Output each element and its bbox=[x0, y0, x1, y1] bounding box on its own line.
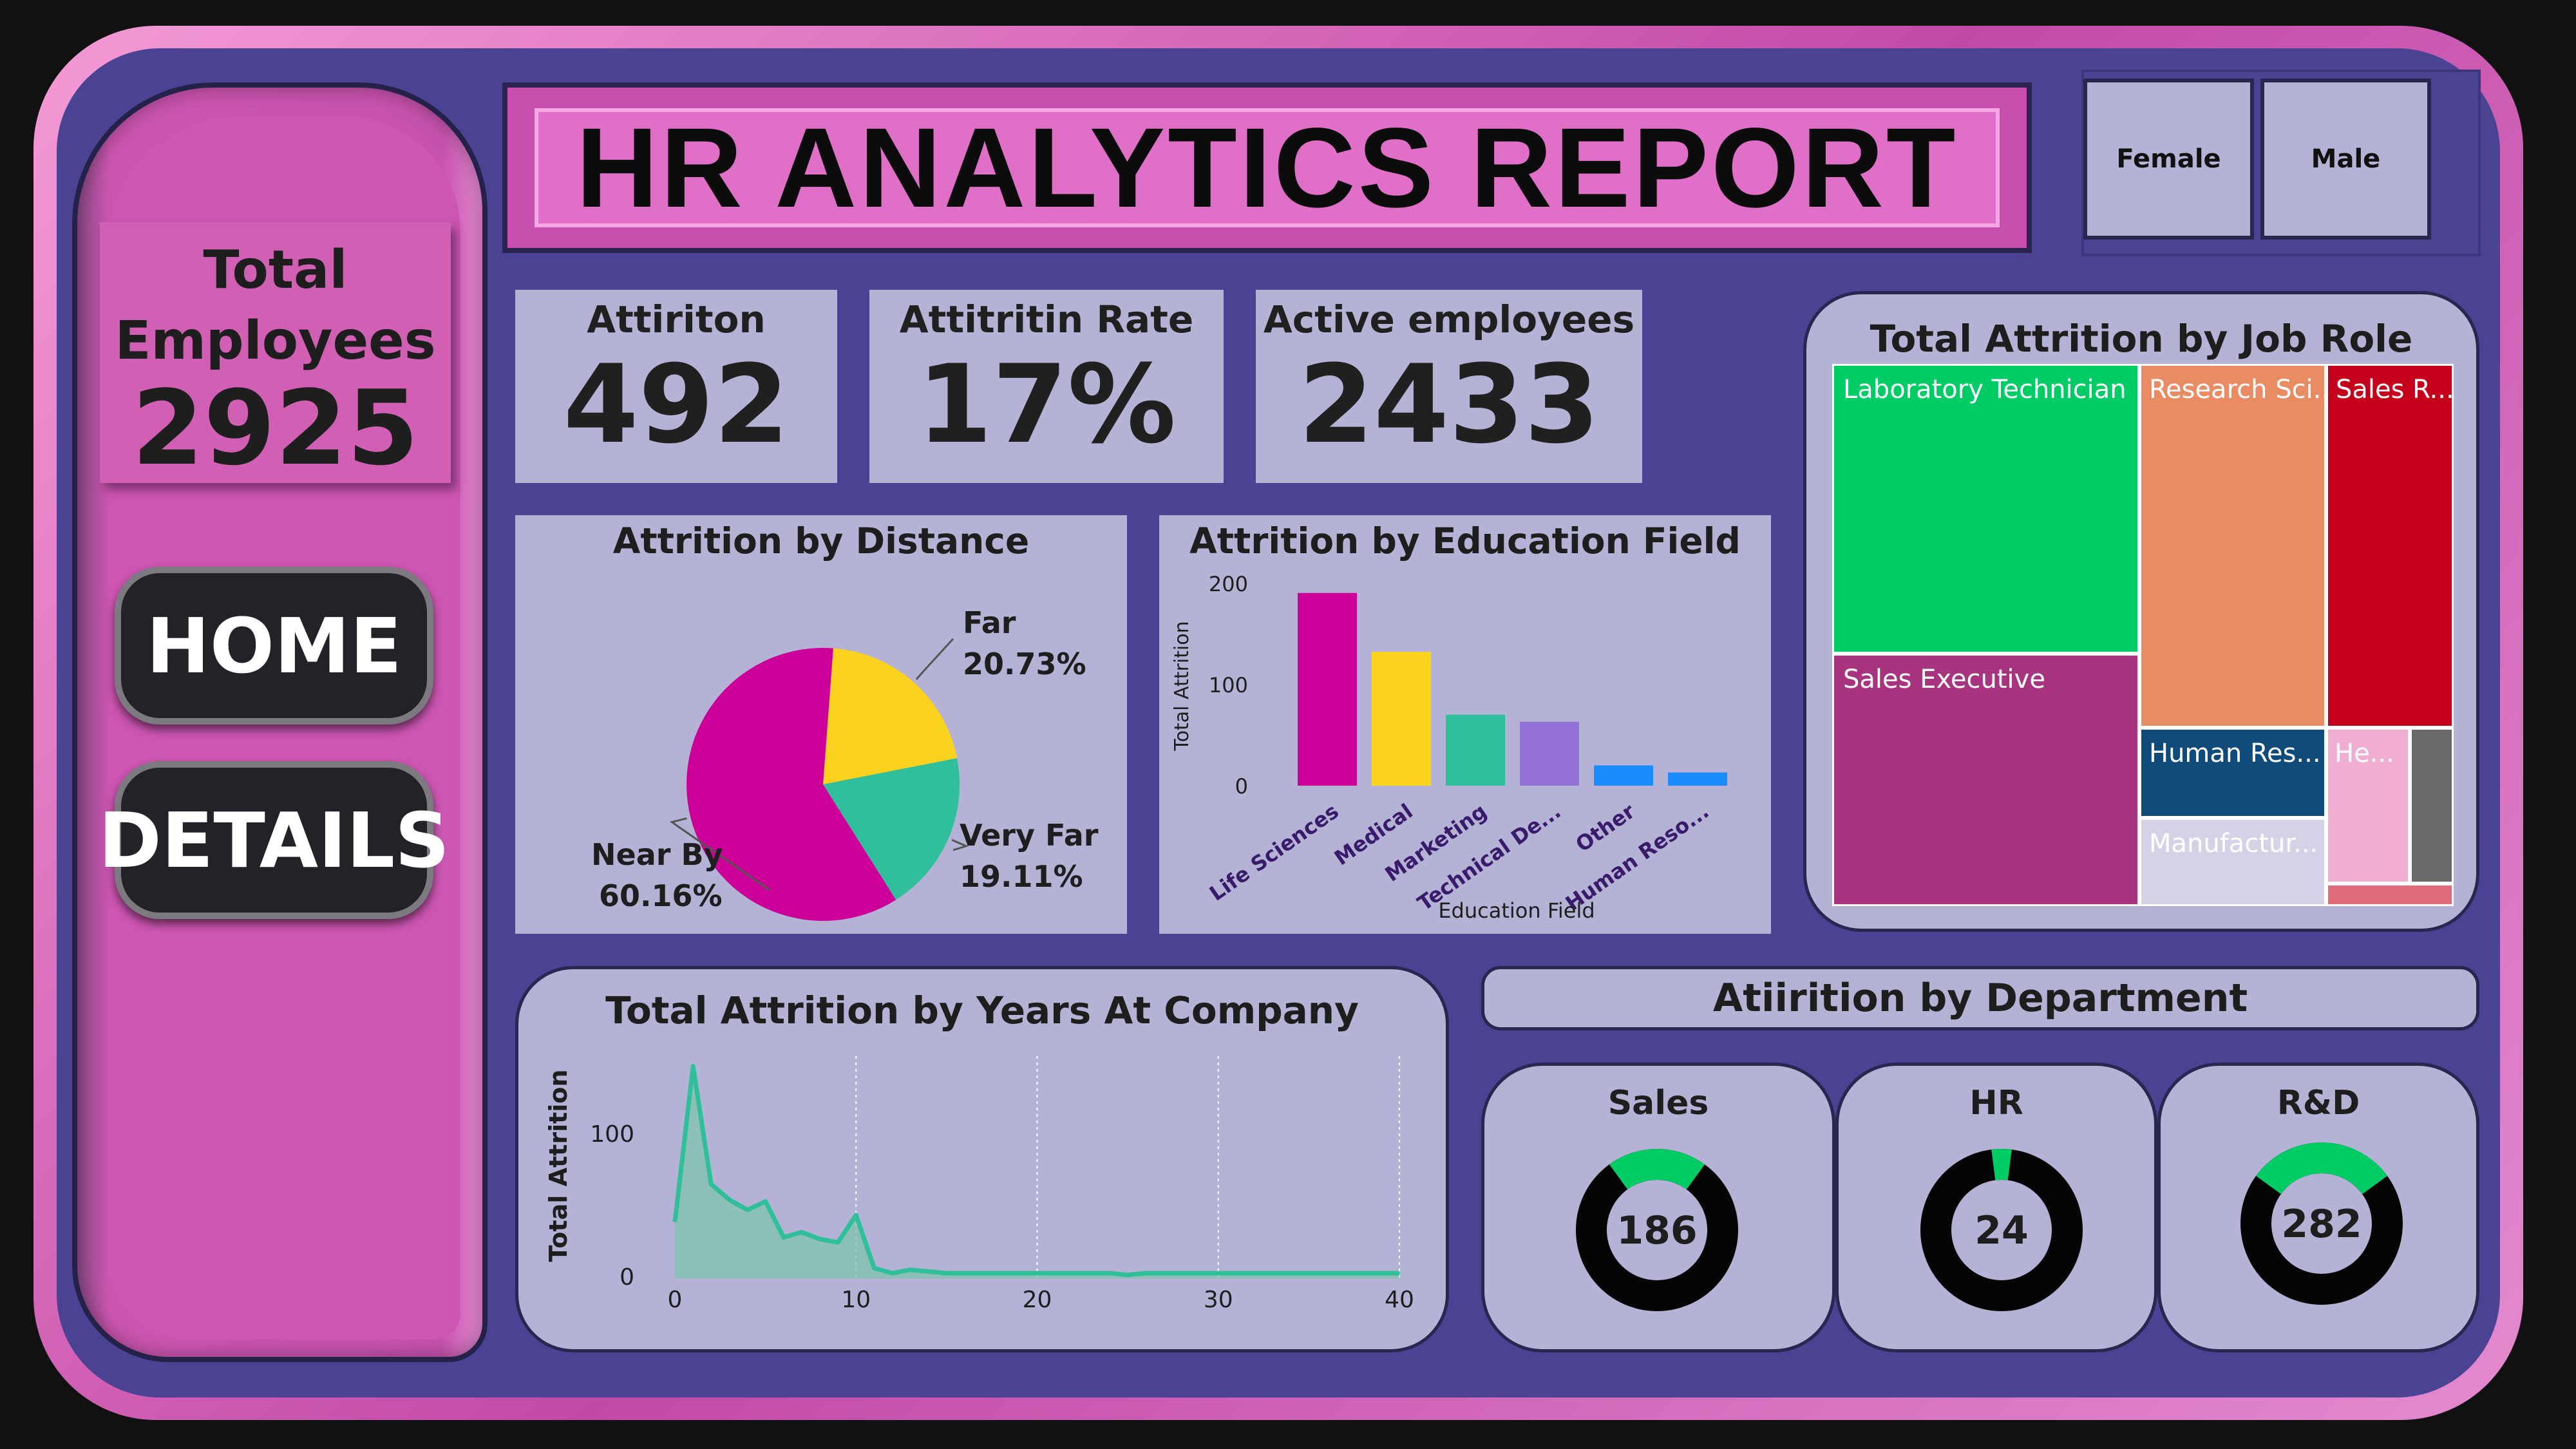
page-title: HR ANALYTICS REPORT bbox=[535, 105, 2000, 231]
treemap-label: Laboratory Technician bbox=[1843, 375, 2126, 404]
years-area-svg: Total Attrition 100 0 0 10 20 30 40 bbox=[544, 1056, 1414, 1313]
kpi-attrition-rate-value: 17% bbox=[916, 341, 1177, 468]
edu-y-axis-label: Total Attrition bbox=[1171, 621, 1193, 751]
dept-card-hr: HR 24 bbox=[1835, 1063, 2157, 1352]
pie-label-very-far: Very Far bbox=[960, 818, 1099, 853]
treemap-cell-research-scientist[interactable]: Research Sci... bbox=[2139, 364, 2326, 728]
pie-value-very-far: 19.11% bbox=[960, 859, 1083, 894]
edu-bar[interactable] bbox=[1520, 721, 1579, 786]
kpi-attrition-card: Attiriton 492 bbox=[515, 290, 837, 483]
edu-bar[interactable] bbox=[1594, 765, 1653, 786]
details-button[interactable]: DETAILS bbox=[99, 761, 450, 919]
years-y-axis-label: Total Attrition bbox=[544, 1070, 573, 1262]
dept-card-rd: R&D 282 bbox=[2157, 1063, 2479, 1352]
years-x-tick-label: 40 bbox=[1385, 1287, 1414, 1313]
edu-ytick-0: 0 bbox=[1235, 774, 1248, 799]
edu-x-tick-label: Life Sciences bbox=[1205, 799, 1343, 905]
kpi-attrition-value: 492 bbox=[563, 341, 790, 468]
years-x-tick-label: 30 bbox=[1204, 1287, 1233, 1313]
treemap-cell-sales-executive[interactable]: Sales Executive bbox=[1832, 654, 2139, 906]
years-x-tick-label: 20 bbox=[1023, 1287, 1052, 1313]
treemap-label: He... bbox=[2334, 739, 2394, 768]
dept-sales-donut: 186 bbox=[1576, 1149, 1738, 1311]
kpi-active-employees-card: Active employees 2433 bbox=[1256, 290, 1642, 483]
treemap-cell-human-resources[interactable]: Human Res... bbox=[2139, 728, 2326, 818]
slicer-female-button[interactable]: Female bbox=[2083, 79, 2254, 240]
edu-ytick-200: 200 bbox=[1209, 572, 1248, 596]
distance-pie-svg: Far 20.73% Very Far 19.11% Near By 60.16… bbox=[591, 605, 1099, 921]
education-bar-panel: Attrition by Education Field 200 100 0 T… bbox=[1159, 515, 1771, 934]
treemap-label: Human Res... bbox=[2149, 739, 2321, 768]
total-employees-value: 2925 bbox=[131, 368, 419, 488]
education-bar-svg: 200 100 0 Total Attrition Life SciencesM… bbox=[1171, 572, 1727, 923]
dept-rd-value: 282 bbox=[2281, 1202, 2362, 1247]
jobrole-treemap-title: Total Attrition by Job Role bbox=[1870, 317, 2413, 361]
years-x-tick-label: 0 bbox=[668, 1287, 683, 1313]
kpi-active-employees-label: Active employees bbox=[1263, 298, 1635, 341]
dept-hr-value: 24 bbox=[1975, 1208, 2029, 1253]
kpi-attrition-label: Attiriton bbox=[587, 298, 766, 341]
treemap-label: Sales Executive bbox=[1843, 665, 2045, 694]
treemap-cell-manufacturing[interactable]: Manufactur... bbox=[2139, 818, 2326, 906]
kpi-attrition-rate-card: Attitritin Rate 17% bbox=[869, 290, 1224, 483]
edu-bar[interactable] bbox=[1668, 772, 1727, 786]
edu-ytick-100: 100 bbox=[1209, 673, 1248, 697]
distance-pie-panel: Attrition by Distance Far 20.73% Very Fa… bbox=[515, 515, 1127, 934]
treemap-label: Research Sci... bbox=[2149, 375, 2324, 404]
dept-hr-donut: 24 bbox=[1920, 1149, 2083, 1311]
edu-bar[interactable] bbox=[1446, 714, 1505, 786]
treemap-label: Manufactur... bbox=[2149, 829, 2318, 858]
years-ytick-100: 100 bbox=[590, 1121, 634, 1148]
years-x-tick-label: 10 bbox=[841, 1287, 871, 1313]
treemap-cell-other-role[interactable] bbox=[2410, 728, 2454, 884]
years-area-panel: Total Attrition by Years At Company Tota… bbox=[515, 966, 1449, 1352]
home-button[interactable]: HOME bbox=[115, 567, 433, 724]
total-employees-card: Total Employees 2925 bbox=[100, 222, 451, 483]
edu-bar[interactable] bbox=[1372, 652, 1431, 786]
total-employees-label-1: Total bbox=[203, 240, 348, 301]
treemap-cell-sales-representative[interactable]: Sales R... bbox=[2326, 364, 2454, 728]
pie-label-near-by: Near By bbox=[591, 837, 723, 872]
treemap-cell-healthcare[interactable]: He... bbox=[2326, 728, 2410, 884]
pie-leader-line bbox=[915, 638, 954, 681]
slicer-male-button[interactable]: Male bbox=[2260, 79, 2431, 240]
dept-rd-donut: 282 bbox=[2240, 1142, 2403, 1305]
years-ytick-0: 0 bbox=[620, 1264, 634, 1291]
dept-sales-value: 186 bbox=[1616, 1208, 1697, 1253]
dept-card-sales: Sales 186 bbox=[1481, 1063, 1835, 1352]
treemap-label: Sales R... bbox=[2336, 375, 2452, 404]
pie-label-far: Far bbox=[963, 605, 1016, 640]
treemap-cell-small-role[interactable] bbox=[2326, 884, 2454, 906]
treemap-cell-laboratory-technician[interactable]: Laboratory Technician bbox=[1832, 364, 2139, 654]
kpi-active-employees-value: 2433 bbox=[1298, 341, 1600, 468]
edu-bar[interactable] bbox=[1298, 592, 1357, 786]
pie-value-near-by: 60.16% bbox=[599, 878, 723, 913]
edu-x-axis-label: Education Field bbox=[1438, 898, 1595, 923]
kpi-attrition-rate-label: Attitritin Rate bbox=[899, 298, 1194, 341]
pie-value-far: 20.73% bbox=[963, 647, 1086, 681]
department-title: Atiirition by Department bbox=[1712, 976, 2248, 1021]
department-header: Atiirition by Department bbox=[1481, 966, 2479, 1030]
total-employees-label-2: Employees bbox=[115, 310, 436, 372]
jobrole-treemap: Laboratory Technician Sales Executive Re… bbox=[1832, 364, 2454, 906]
